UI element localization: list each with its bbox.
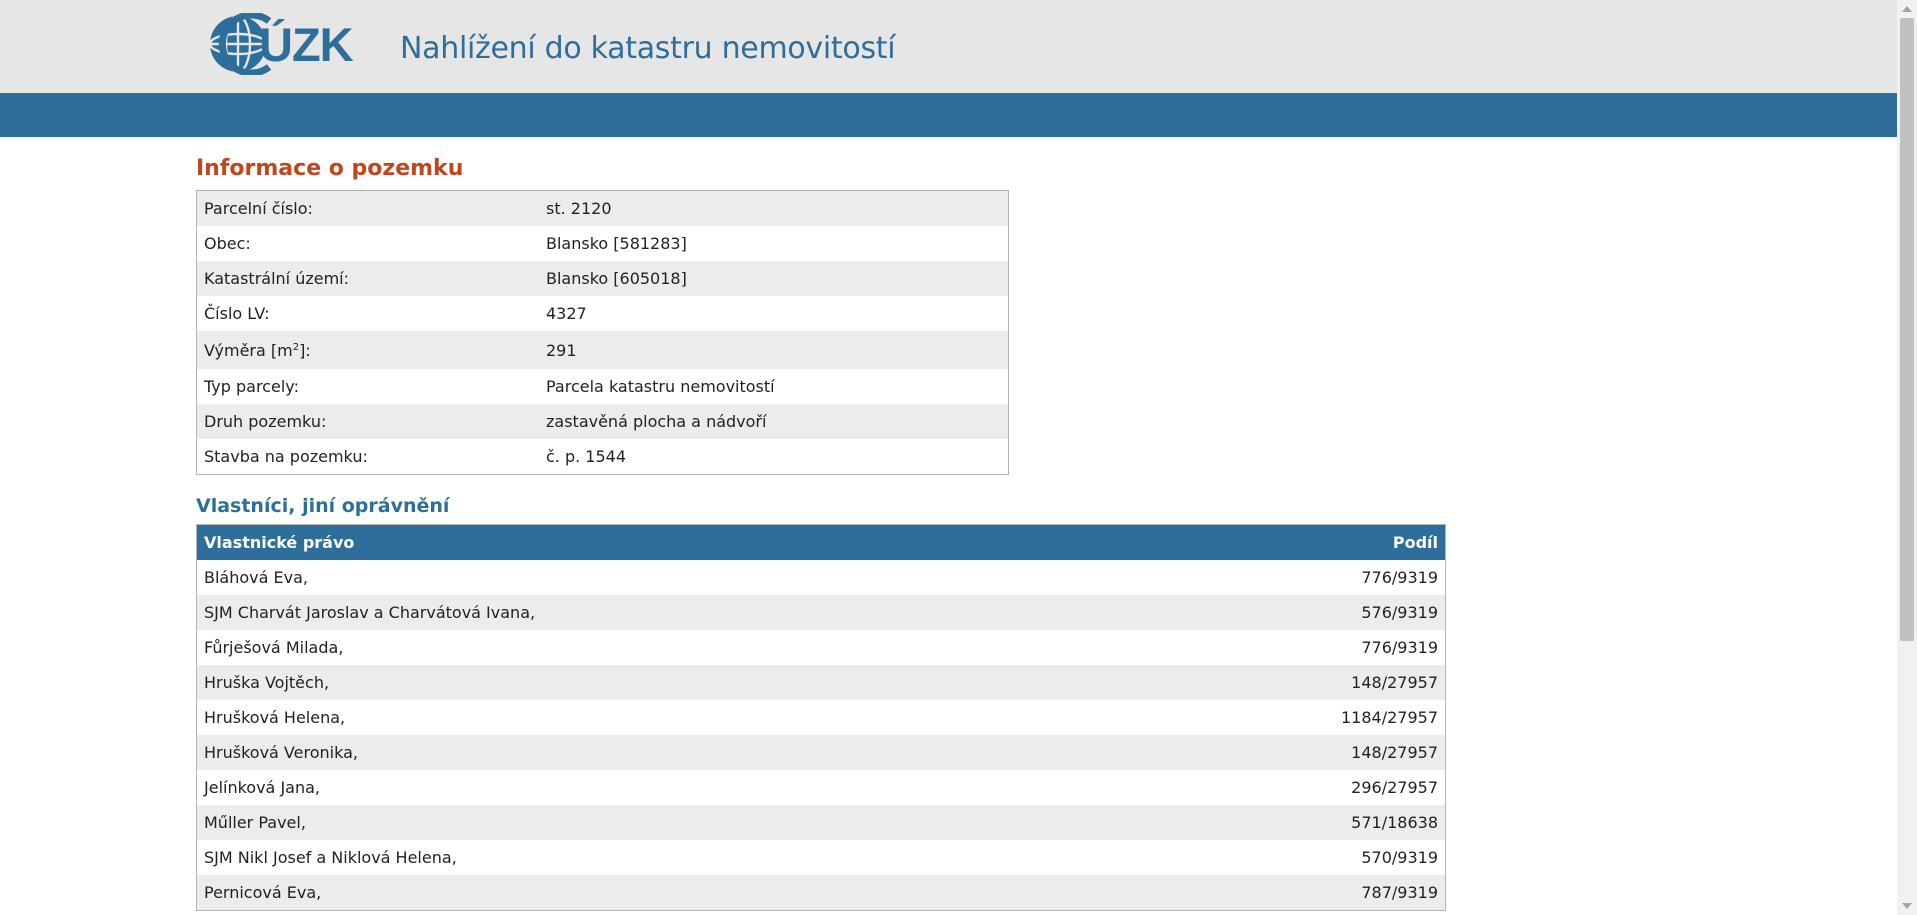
owner-name: Pernicová Eva, xyxy=(204,883,322,902)
vertical-scrollbar[interactable] xyxy=(1897,0,1917,915)
owner-share: 776/9319 xyxy=(1361,568,1438,587)
navigation-bar xyxy=(0,93,1897,137)
parcel-row-number: Parcelní číslo: st. 2120 xyxy=(196,190,1009,226)
owner-share: 787/9319 xyxy=(1361,883,1438,902)
table-row: Jelínková Jana, 296/27957 xyxy=(196,770,1446,805)
owners-header-row: Vlastnické právo Podíl xyxy=(196,524,1446,560)
area-value: 291 xyxy=(546,340,577,360)
area-label-text: Výměra [m xyxy=(204,340,293,360)
owner-name: Hrušková Veronika, xyxy=(204,743,358,762)
parcel-number-value: st. 2120 xyxy=(546,199,612,218)
site-header: ÚZK Nahlížení do katastru nemovitostí xyxy=(0,0,1897,93)
page-viewport: ÚZK Nahlížení do katastru nemovitostí In… xyxy=(0,0,1897,915)
table-row: Hruška Vojtěch, 148/27957 xyxy=(196,665,1446,700)
building-label: Stavba na pozemku: xyxy=(204,447,368,466)
parcel-row-type: Typ parcely: Parcela katastru nemovitost… xyxy=(196,369,1009,404)
owners-title: Vlastníci, jiní oprávnění xyxy=(196,495,450,517)
parcel-row-area: Výměra [m2]: 291 xyxy=(196,331,1009,369)
site-title[interactable]: Nahlížení do katastru nemovitostí xyxy=(400,31,896,66)
owner-share: 570/9319 xyxy=(1361,848,1438,867)
owner-name: Jelínková Jana, xyxy=(204,778,320,797)
table-row: Bláhová Eva, 776/9319 xyxy=(196,560,1446,595)
area-label-suffix: ]: xyxy=(299,340,311,360)
cadastral-area-label: Katastrální území: xyxy=(204,269,350,288)
building-value[interactable]: č. p. 1544 xyxy=(539,439,1009,475)
scroll-up-arrow-icon[interactable] xyxy=(1902,6,1912,12)
parcel-row-municipality: Obec: Blansko [581283] xyxy=(196,226,1009,261)
logo-text: ÚZK xyxy=(259,17,354,71)
owner-share: 296/27957 xyxy=(1351,778,1438,797)
cadastral-area-value: Blansko [605018] xyxy=(546,269,687,288)
owner-name: Hruška Vojtěch, xyxy=(204,673,330,692)
municipality-value: Blansko [581283] xyxy=(546,234,687,253)
lv-number-label: Číslo LV: xyxy=(204,304,270,323)
parcel-number-label: Parcelní číslo: xyxy=(204,199,313,218)
parcel-info-title: Informace o pozemku xyxy=(196,156,464,181)
area-label: Výměra [m2]: xyxy=(197,331,540,369)
owner-share: 571/18638 xyxy=(1351,813,1438,832)
lv-number-value: 4327 xyxy=(546,304,587,323)
owner-share: 576/9319 xyxy=(1361,603,1438,622)
municipality-label: Obec: xyxy=(204,234,251,253)
parcel-info-table: Parcelní číslo: st. 2120 Obec: Blansko [… xyxy=(196,190,1009,475)
owner-name: SJM Nikl Josef a Niklová Helena, xyxy=(204,848,457,867)
owner-name: Fůrješová Milada, xyxy=(204,638,344,657)
owners-table: Vlastnické právo Podíl Bláhová Eva, 776/… xyxy=(196,524,1446,911)
owner-name-column-header: Vlastnické právo xyxy=(196,524,1141,560)
table-row: SJM Nikl Josef a Niklová Helena, 570/931… xyxy=(196,840,1446,875)
land-kind-value: zastavěná plocha a nádvoří xyxy=(546,412,767,431)
owner-name: SJM Charvát Jaroslav a Charvátová Ivana, xyxy=(204,603,536,622)
table-row: Műller Pavel, 571/18638 xyxy=(196,805,1446,840)
table-row: Pernicová Eva, 787/9319 xyxy=(196,875,1446,911)
owner-name: Bláhová Eva, xyxy=(204,568,308,587)
table-row: Fůrješová Milada, 776/9319 xyxy=(196,630,1446,665)
table-row: SJM Charvát Jaroslav a Charvátová Ivana,… xyxy=(196,595,1446,630)
parcel-row-building: Stavba na pozemku: č. p. 1544 xyxy=(196,439,1009,475)
cuzk-logo[interactable]: ÚZK xyxy=(207,12,354,76)
owner-share: 776/9319 xyxy=(1361,638,1438,657)
owner-share: 148/27957 xyxy=(1351,673,1438,692)
table-row: Hrušková Veronika, 148/27957 xyxy=(196,735,1446,770)
owner-name: Hrušková Helena, xyxy=(204,708,346,727)
scrollbar-thumb[interactable] xyxy=(1900,18,1914,641)
owner-share: 1184/27957 xyxy=(1340,708,1438,727)
parcel-row-lv: Číslo LV: 4327 xyxy=(196,296,1009,331)
parcel-row-land-kind: Druh pozemku: zastavěná plocha a nádvoří xyxy=(196,404,1009,439)
parcel-type-value: Parcela katastru nemovitostí xyxy=(546,377,775,396)
share-column-header: Podíl xyxy=(1140,524,1446,560)
owner-name: Műller Pavel, xyxy=(204,813,306,832)
land-kind-label: Druh pozemku: xyxy=(204,412,327,431)
parcel-row-cadastral-area: Katastrální území: Blansko [605018] xyxy=(196,261,1009,296)
parcel-type-label: Typ parcely: xyxy=(204,377,299,396)
scroll-down-arrow-icon[interactable] xyxy=(1902,903,1912,909)
owner-share: 148/27957 xyxy=(1351,743,1438,762)
table-row: Hrušková Helena, 1184/27957 xyxy=(196,700,1446,735)
